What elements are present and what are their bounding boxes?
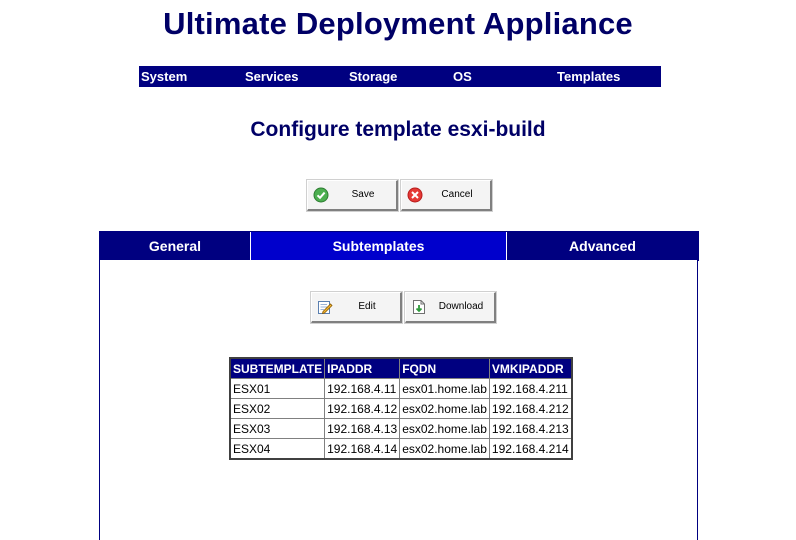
tab-subtemplates[interactable]: Subtemplates — [251, 232, 507, 260]
column-header-subtemplate[interactable]: SUBTEMPLATE — [229, 357, 326, 379]
download-label: Download — [438, 301, 484, 312]
table-header-row: SUBTEMPLATE IPADDR FQDN VMKIPADDR — [229, 357, 573, 379]
nav-storage[interactable]: Storage — [349, 68, 397, 85]
table-cell: 192.168.4.11 — [324, 378, 401, 399]
table-row[interactable]: ESX04 192.168.4.14 esx02.home.lab 192.16… — [229, 438, 573, 460]
table-cell: 192.168.4.211 — [488, 378, 573, 399]
table-cell: ESX02 — [229, 398, 326, 419]
page-title: Configure template esxi-build — [250, 118, 546, 141]
nav-templates[interactable]: Templates — [557, 68, 620, 85]
table-cell: 192.168.4.213 — [488, 418, 573, 439]
tab-advanced[interactable]: Advanced — [507, 232, 698, 260]
download-button[interactable]: Download — [405, 292, 496, 323]
save-button[interactable]: Save — [307, 180, 398, 211]
column-header-vmkipaddr[interactable]: VMKIPADDR — [488, 357, 573, 379]
cancel-button[interactable]: Cancel — [401, 180, 492, 211]
table-row[interactable]: ESX03 192.168.4.13 esx02.home.lab 192.16… — [229, 418, 573, 439]
save-label: Save — [351, 189, 375, 200]
tab-bar: General Subtemplates Advanced — [99, 231, 699, 261]
table-cell: 192.168.4.14 — [324, 438, 401, 460]
table-cell: ESX04 — [229, 438, 326, 460]
edit-label: Edit — [358, 301, 376, 312]
table-row[interactable]: ESX01 192.168.4.11 esx01.home.lab 192.16… — [229, 378, 573, 399]
edit-button[interactable]: Edit — [311, 292, 402, 323]
table-cell: esx01.home.lab — [399, 378, 490, 399]
table-cell: 192.168.4.13 — [324, 418, 401, 439]
top-nav: System Services Storage OS Templates — [139, 66, 661, 87]
app-title: Ultimate Deployment Appliance — [163, 6, 633, 41]
subtemplate-table: SUBTEMPLATE IPADDR FQDN VMKIPADDR ESX01 … — [229, 357, 573, 460]
table-cell: 192.168.4.12 — [324, 398, 401, 419]
nav-system[interactable]: System — [141, 68, 187, 85]
nav-os[interactable]: OS — [453, 68, 472, 85]
table-cell: 192.168.4.212 — [488, 398, 573, 419]
table-cell: esx02.home.lab — [399, 418, 490, 439]
nav-services[interactable]: Services — [245, 68, 299, 85]
table-cell: ESX03 — [229, 418, 326, 439]
edit-icon — [318, 301, 333, 315]
tab-general[interactable]: General — [100, 232, 251, 260]
table-cell: ESX01 — [229, 378, 326, 399]
cancel-label: Cancel — [441, 189, 473, 200]
table-row[interactable]: ESX02 192.168.4.12 esx02.home.lab 192.16… — [229, 398, 573, 419]
checkmark-icon — [313, 187, 329, 203]
cancel-icon — [407, 187, 423, 203]
column-header-ipaddr[interactable]: IPADDR — [324, 357, 401, 379]
column-header-fqdn[interactable]: FQDN — [399, 357, 490, 379]
download-icon — [413, 300, 425, 314]
table-cell: esx02.home.lab — [399, 398, 490, 419]
table-cell: 192.168.4.214 — [488, 438, 573, 460]
table-cell: esx02.home.lab — [399, 438, 490, 460]
